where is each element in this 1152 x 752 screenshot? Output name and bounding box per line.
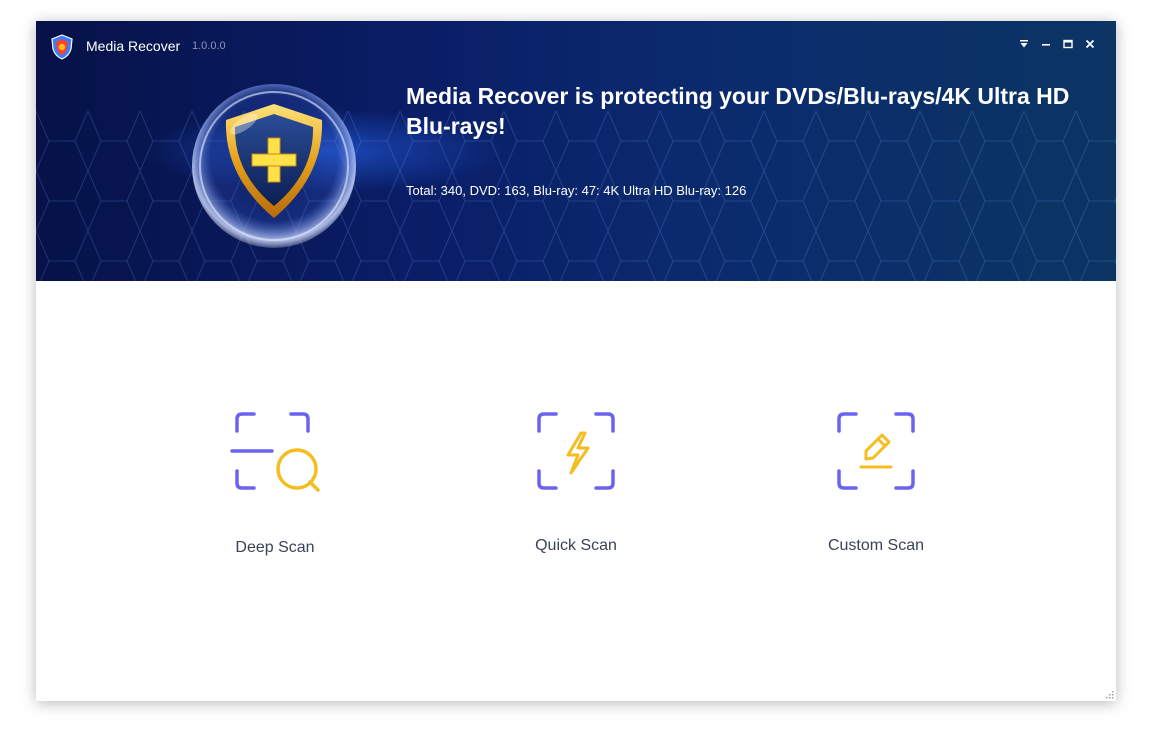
protection-headline: Media Recover is protecting your DVDs/Bl…: [406, 83, 1070, 139]
resize-grip-icon[interactable]: [1104, 689, 1114, 699]
custom-scan-icon: [837, 412, 915, 490]
shield-plus-icon: [192, 84, 356, 248]
window-controls: [1018, 38, 1096, 50]
menu-button[interactable]: [1018, 38, 1030, 50]
disc-stats: Total: 340, DVD: 163, Blu-ray: 47: 4K Ul…: [406, 183, 747, 198]
quick-scan-label: Quick Scan: [535, 537, 617, 554]
scan-options: Deep Scan Quick Scan Custom Scan: [36, 281, 1116, 701]
custom-scan-label: Custom Scan: [827, 537, 925, 554]
deep-scan-label: Deep Scan: [235, 539, 315, 556]
minimize-icon: [1042, 44, 1050, 46]
close-icon: [1085, 39, 1095, 49]
header-banner: Media Recover 1.0.0.0 Media Recover is p…: [36, 21, 1116, 281]
minimize-button[interactable]: [1040, 38, 1052, 50]
maximize-icon: [1063, 39, 1073, 49]
menu-icon: [1020, 40, 1028, 48]
maximize-button[interactable]: [1062, 38, 1074, 50]
app-window: Media Recover 1.0.0.0 Media Recover is p…: [36, 21, 1116, 701]
custom-scan-button[interactable]: Custom Scan: [776, 411, 976, 571]
app-version: 1.0.0.0: [192, 40, 226, 52]
app-logo-icon: [51, 34, 73, 60]
title-bar[interactable]: Media Recover 1.0.0.0: [36, 21, 1116, 71]
close-button[interactable]: [1084, 38, 1096, 50]
deep-scan-button[interactable]: Deep Scan: [175, 411, 375, 571]
quick-scan-button[interactable]: Quick Scan: [476, 411, 676, 571]
deep-scan-icon: [230, 412, 320, 492]
app-title: Media Recover: [86, 38, 181, 54]
quick-scan-icon: [537, 412, 615, 490]
